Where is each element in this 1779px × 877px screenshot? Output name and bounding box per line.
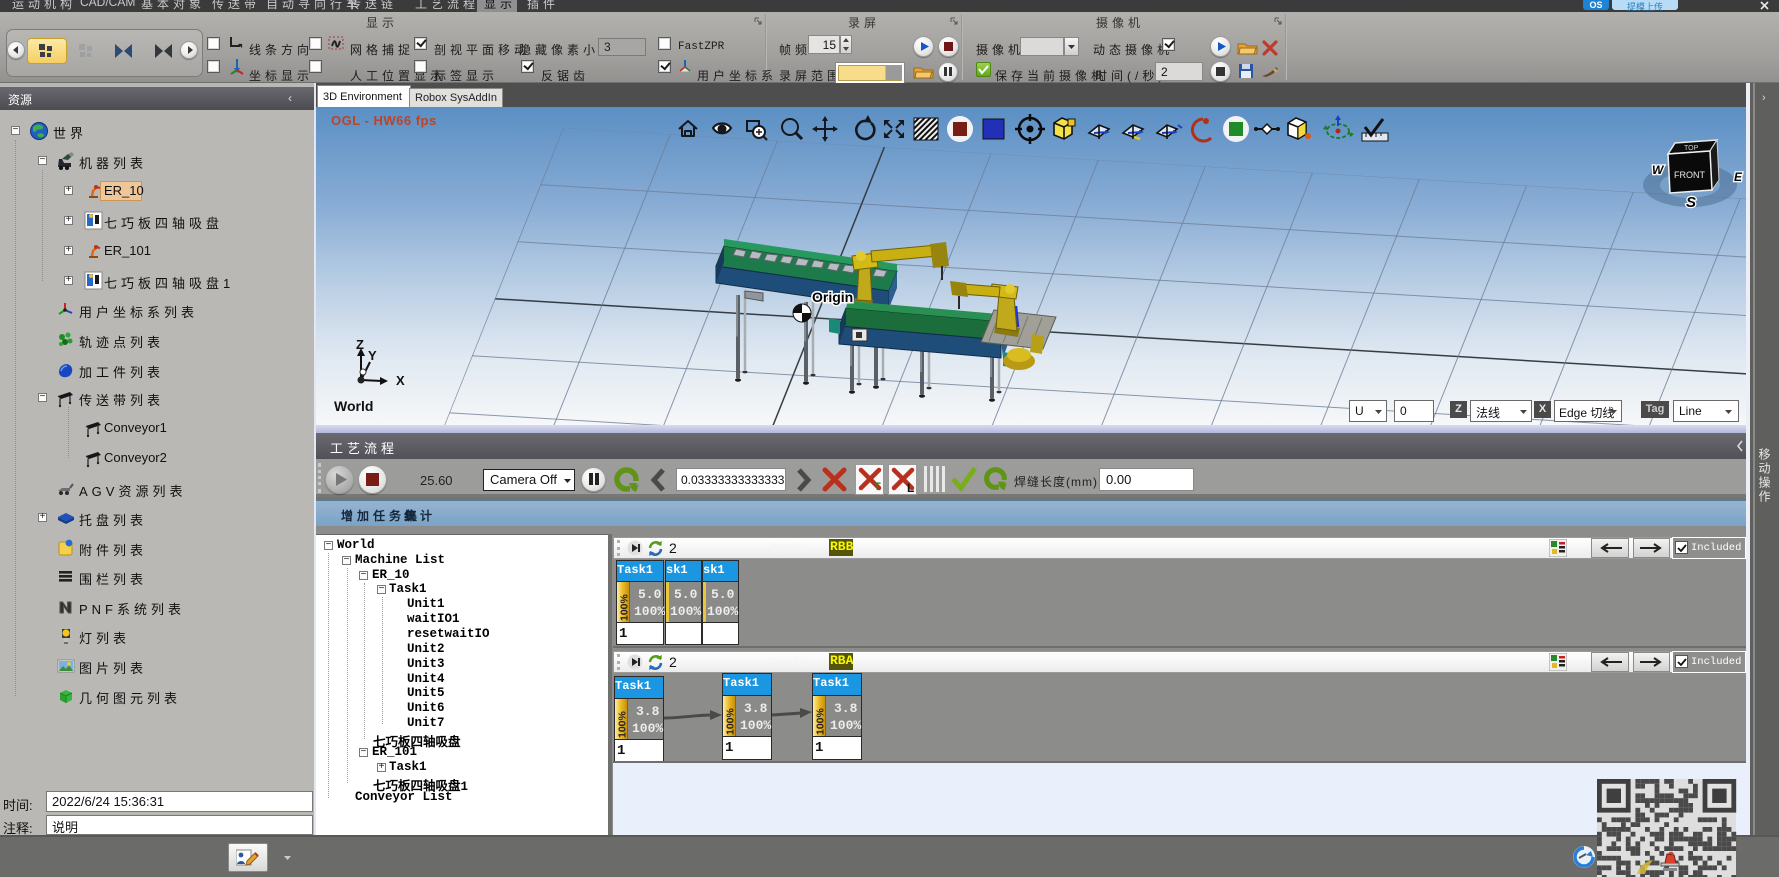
svg-text:E: E bbox=[1734, 170, 1743, 184]
svg-text:100%: 100% bbox=[617, 710, 629, 738]
svg-text:X: X bbox=[396, 373, 405, 388]
svg-text:Y: Y bbox=[368, 348, 377, 363]
svg-text:W: W bbox=[1652, 163, 1665, 177]
svg-text:100%: 100% bbox=[725, 707, 737, 735]
svg-text:Z: Z bbox=[356, 337, 364, 352]
svg-text:Origin: Origin bbox=[812, 289, 853, 305]
svg-text:TOP: TOP bbox=[1684, 145, 1699, 152]
svg-text:S: S bbox=[1686, 194, 1696, 211]
svg-text:FRONT: FRONT bbox=[1674, 170, 1705, 180]
svg-text:100%: 100% bbox=[815, 707, 827, 735]
svg-text:100%: 100% bbox=[619, 593, 631, 621]
svg-text:World: World bbox=[334, 398, 373, 414]
